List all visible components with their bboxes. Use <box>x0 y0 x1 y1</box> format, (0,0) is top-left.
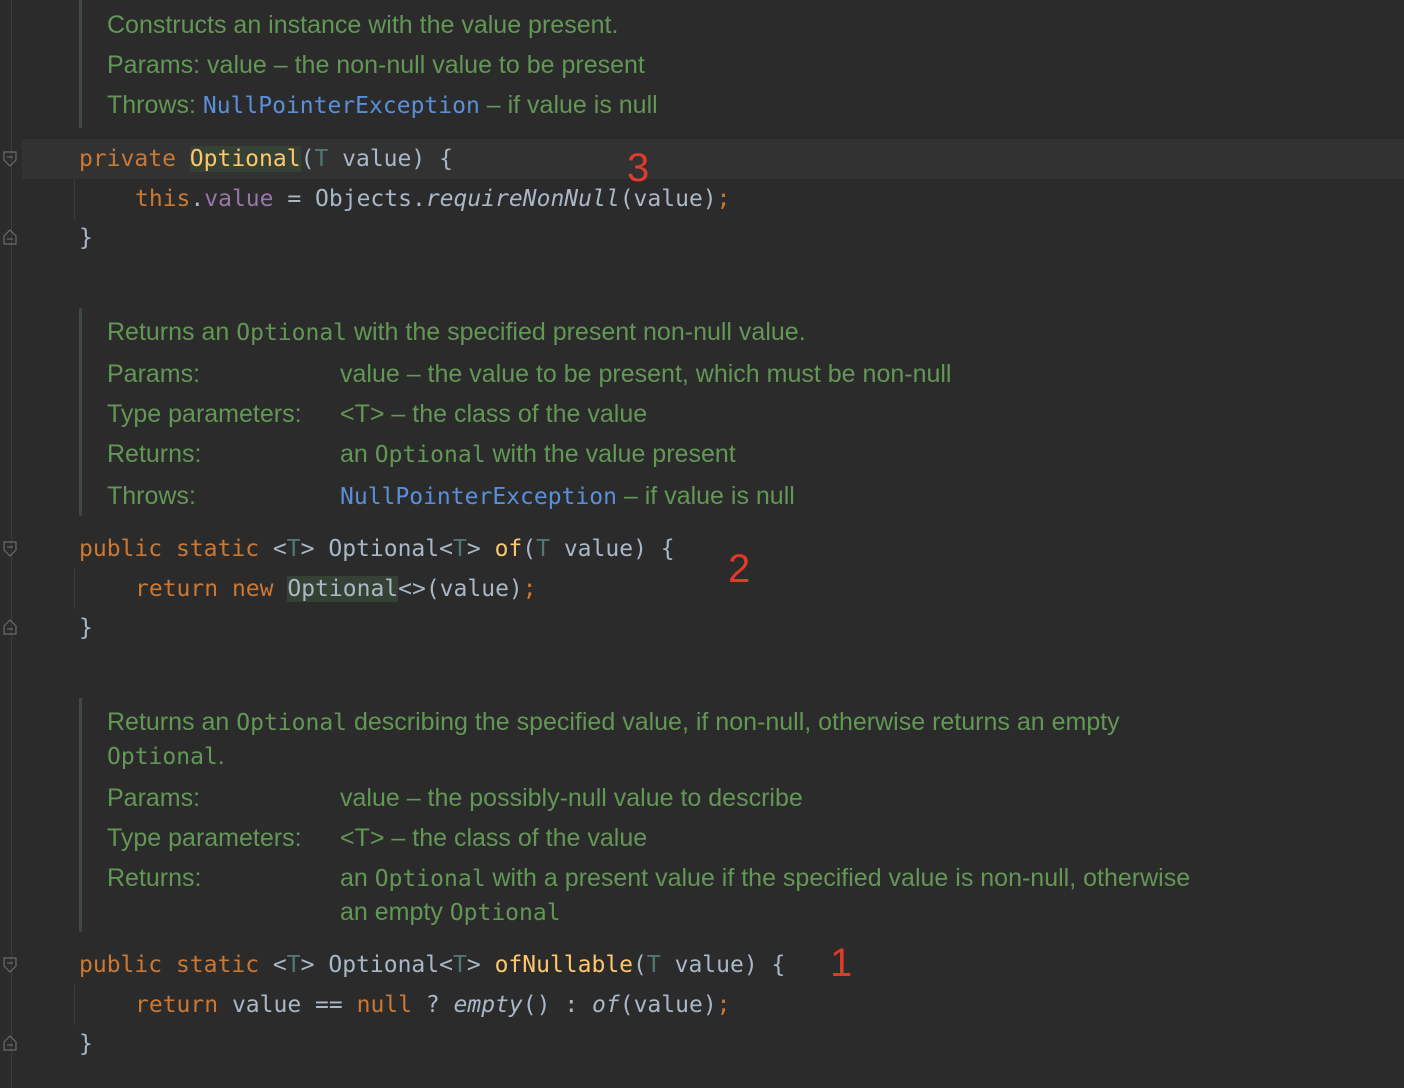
doc-params-row: Params: value – the value to be present, … <box>107 360 952 388</box>
javadoc-of: Returns an Optional with the specified p… <box>79 308 952 516</box>
method-name-ofnullable[interactable]: ofNullable <box>495 952 633 978</box>
code-ofnullable-signature[interactable]: public static <T> Optional<T> ofNullable… <box>79 945 785 985</box>
doc-throws-link[interactable]: NullPointerException <box>340 484 617 510</box>
doc-throws-text: – if value is null <box>479 91 658 119</box>
doc-throws-row: Throws: NullPointerException – if value i… <box>107 482 795 510</box>
doc-throws-link[interactable]: NullPointerException <box>203 93 480 119</box>
constructor-name[interactable]: Optional <box>189 146 301 172</box>
doc-params-row: Params: value – the possibly-null value t… <box>107 784 803 812</box>
annotation-number-2: 2 <box>728 547 751 591</box>
fold-open-icon[interactable] <box>3 957 17 973</box>
code-close-brace: } <box>79 225 93 251</box>
doc-type-params-row: Type parameters: <T> – the class of the v… <box>107 824 648 852</box>
doc-params-label: Params: <box>107 51 201 79</box>
javadoc-constructor: Constructs an instance with the value pr… <box>79 0 658 128</box>
doc-summary: Constructs an instance with the value pr… <box>107 11 619 39</box>
annotation-number-1: 1 <box>830 941 853 985</box>
fold-open-icon[interactable] <box>3 151 17 167</box>
doc-summary-line2: Optional. <box>107 742 225 770</box>
javadoc-ofnullable: Returns an Optional describing the speci… <box>79 698 1190 932</box>
annotation-number-3: 3 <box>627 146 650 190</box>
doc-params-value: value – the non-null value to be present <box>207 51 645 79</box>
code-close-brace: } <box>79 615 93 641</box>
indent-guide <box>74 179 75 219</box>
fold-close-icon[interactable] <box>3 229 17 245</box>
code-ofnullable-body[interactable]: return value == null ? empty() : of(valu… <box>135 985 731 1025</box>
doc-throws-row: Throws: NullPointerException – if value … <box>107 90 658 120</box>
doc-type-params-row: Type parameters: <T> – the class of the v… <box>107 400 648 428</box>
doc-params-row: Params: value – the non-null value to be… <box>107 50 645 80</box>
code-of-body[interactable]: return new Optional<>(value); <box>135 569 537 609</box>
method-name-of[interactable]: of <box>495 536 523 562</box>
doc-returns-row: Returns: an Optional with a present value… <box>107 864 1191 892</box>
doc-summary: Returns an Optional with the specified p… <box>107 318 806 346</box>
indent-guide <box>74 985 75 1025</box>
doc-summary: Returns an Optional describing the speci… <box>107 708 1120 736</box>
fold-close-icon[interactable] <box>3 1035 17 1051</box>
code-close-brace: } <box>79 1031 93 1057</box>
code-constructor-signature[interactable]: private Optional(T value) { <box>79 139 453 179</box>
indent-guide <box>74 569 75 609</box>
doc-throws-label: Throws: <box>107 91 196 119</box>
fold-close-icon[interactable] <box>3 619 17 635</box>
constructor-call-highlight[interactable]: Optional <box>287 576 399 602</box>
fold-open-icon[interactable] <box>3 541 17 557</box>
doc-returns-row: Returns: an Optional with the value prese… <box>107 440 736 468</box>
code-of-signature[interactable]: public static <T> Optional<T> of(T value… <box>79 529 675 569</box>
